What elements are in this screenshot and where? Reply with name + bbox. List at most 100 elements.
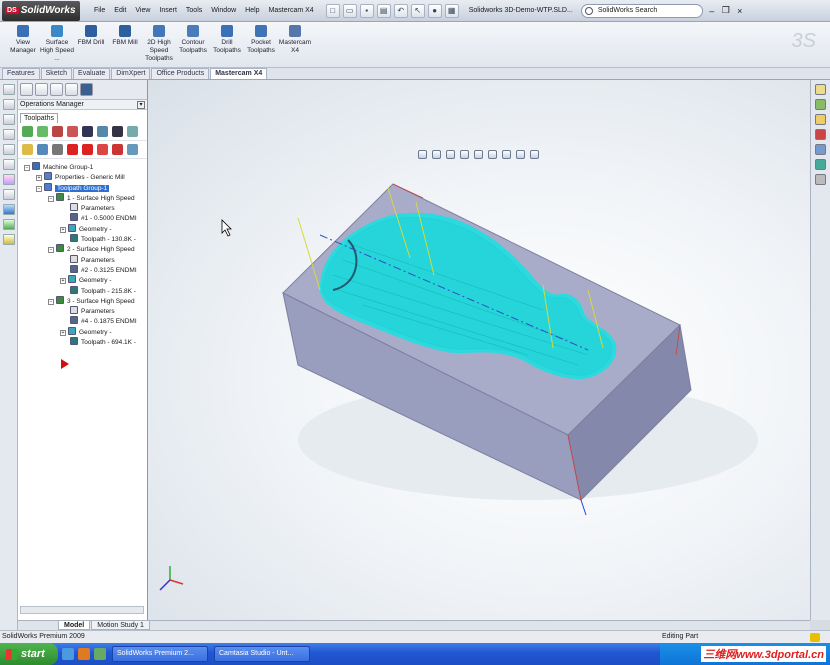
tool-icon-2[interactable] <box>3 99 15 110</box>
verify-icon[interactable] <box>97 126 108 137</box>
menu-file[interactable]: File <box>94 7 105 14</box>
move-down-icon[interactable] <box>67 144 78 155</box>
scroll-icon[interactable] <box>112 144 123 155</box>
save-icon[interactable]: ▪ <box>359 3 374 18</box>
tree-item-machine-group[interactable]: − Machine Group-1 <box>20 162 147 172</box>
task-camtasia[interactable]: Camtasia Studio - Unt... <box>214 646 310 662</box>
select-dirty-icon[interactable] <box>37 126 48 137</box>
mastercam-manager-icon[interactable] <box>80 83 93 96</box>
view-orientation-icon[interactable] <box>474 150 483 159</box>
fbm-mill-button[interactable]: FBM Mill <box>108 22 142 67</box>
tree-item-toolpath[interactable]: Toolpath - 215.8K - <box>20 285 147 296</box>
insert-arrow-icon[interactable] <box>61 359 69 369</box>
edit-appearance-icon[interactable] <box>516 150 525 159</box>
minimize-button[interactable]: – <box>707 6 717 16</box>
new-doc-icon[interactable]: □ <box>325 3 340 18</box>
high-feed-icon[interactable] <box>127 126 138 137</box>
single-op-icon[interactable] <box>127 144 138 155</box>
tree-item-toolpath[interactable]: Toolpath - 130.8K - <box>20 234 147 244</box>
tree-item-parameters[interactable]: Parameters <box>20 203 147 213</box>
print-icon[interactable]: ▤ <box>376 3 391 18</box>
tab-office-products[interactable]: Office Products <box>151 68 210 79</box>
tree-item-tool[interactable]: #1 - 0.5000 ENDMI <box>20 213 147 223</box>
tool-icon-5[interactable] <box>3 144 15 155</box>
regen-dirty-icon[interactable] <box>67 126 78 137</box>
ops-dropdown-icon[interactable]: ▾ <box>137 100 145 109</box>
quicklaunch-firefox-icon[interactable] <box>78 648 90 660</box>
pocket-toolpaths-button[interactable]: Pocket Toolpaths <box>244 22 278 67</box>
previous-view-icon[interactable] <box>446 150 455 159</box>
menu-help[interactable]: Help <box>245 7 259 14</box>
tab-evaluate[interactable]: Evaluate <box>73 68 111 79</box>
graphics-area[interactable] <box>148 80 810 620</box>
menu-edit[interactable]: Edit <box>114 7 126 14</box>
quicklaunch-browser-icon[interactable] <box>62 648 74 660</box>
regenerate-icon[interactable] <box>52 126 63 137</box>
zoom-fit-icon[interactable] <box>418 150 427 159</box>
tree-item-tool[interactable]: #4 - 0.1875 ENDMI <box>20 316 147 326</box>
appearances-icon[interactable] <box>815 159 826 170</box>
tab-dimxpert[interactable]: DimXpert <box>111 68 151 79</box>
toggle-posting-icon[interactable] <box>52 144 63 155</box>
view-manager-button[interactable]: View Manager <box>6 22 40 67</box>
dimxpert-icon[interactable] <box>65 83 78 96</box>
solidworks-logo[interactable]: DS SolidWorks <box>2 0 80 21</box>
tool-icon-6[interactable] <box>3 159 15 170</box>
tab-sketch[interactable]: Sketch <box>40 68 73 79</box>
hide-show-icon[interactable] <box>502 150 511 159</box>
tool-icon-11[interactable] <box>3 234 15 245</box>
toggle-display-icon[interactable] <box>37 144 48 155</box>
tab-model[interactable]: Model <box>58 621 91 630</box>
tree-item-op2[interactable]: −2 - Surface High Speed <box>20 244 147 254</box>
feature-manager-icon[interactable] <box>20 83 33 96</box>
tree-item-properties[interactable]: + Properties - Generic Mill <box>20 172 147 182</box>
menu-mastercam[interactable]: Mastercam X4 <box>269 7 314 14</box>
start-button[interactable]: start <box>0 643 58 665</box>
menu-tools[interactable]: Tools <box>186 7 202 14</box>
scenes-icon[interactable] <box>530 150 539 159</box>
insert-after-icon[interactable] <box>97 144 108 155</box>
post-g1-icon[interactable] <box>112 126 123 137</box>
menu-insert[interactable]: Insert <box>159 7 177 14</box>
tool-icon-3[interactable] <box>3 114 15 125</box>
drill-toolpaths-button[interactable]: Drill Toolpaths <box>210 22 244 67</box>
tree-item-op1[interactable]: −1 - Surface High Speed <box>20 192 147 203</box>
custom-properties-icon[interactable] <box>815 174 826 185</box>
2d-high-speed-button[interactable]: 2D High Speed Toolpaths <box>142 22 176 67</box>
contour-toolpaths-button[interactable]: Contour Toolpaths <box>176 22 210 67</box>
select-all-icon[interactable] <box>22 126 33 137</box>
menu-window[interactable]: Window <box>211 7 236 14</box>
design-library-icon[interactable] <box>815 99 826 110</box>
menu-view[interactable]: View <box>135 7 150 14</box>
options-icon[interactable]: ▦ <box>444 3 459 18</box>
tree-item-geometry[interactable]: + Geometry - <box>20 223 147 234</box>
tool-icon-4[interactable] <box>3 129 15 140</box>
config-manager-icon[interactable] <box>50 83 63 96</box>
display-style-icon[interactable] <box>488 150 497 159</box>
open-folder-icon[interactable]: ▭ <box>342 3 357 18</box>
quicklaunch-media-icon[interactable] <box>94 648 106 660</box>
tree-item-geometry[interactable]: + Geometry - <box>20 275 147 285</box>
fbm-drill-button[interactable]: FBM Drill <box>74 22 108 67</box>
tool-icon-1[interactable] <box>3 84 15 95</box>
task-solidworks[interactable]: SolidWorks Premium 2... <box>112 646 208 662</box>
tree-item-geometry[interactable]: + Geometry - <box>20 326 147 337</box>
tool-icon-9[interactable] <box>3 204 15 215</box>
tree-item-op3[interactable]: −3 - Surface High Speed <box>20 295 147 306</box>
backplot-icon[interactable] <box>82 126 93 137</box>
select-arrow-icon[interactable]: ↖ <box>410 3 425 18</box>
tab-features[interactable]: Features <box>2 68 40 79</box>
rebuild-icon[interactable]: ● <box>427 3 442 18</box>
undo-icon[interactable]: ↶ <box>393 3 408 18</box>
search-input[interactable]: SolidWorks Search <box>580 3 703 18</box>
resources-icon[interactable] <box>815 84 826 95</box>
tab-toolpaths[interactable]: Toolpaths <box>20 113 58 123</box>
horizontal-scrollbar[interactable] <box>20 606 144 614</box>
search-results-icon[interactable] <box>815 129 826 140</box>
tool-icon-7[interactable] <box>3 174 15 185</box>
mastercam-x4-button[interactable]: Mastercam X4 <box>278 22 312 67</box>
help-icon[interactable] <box>810 633 820 642</box>
tool-icon-10[interactable] <box>3 219 15 230</box>
lock-icon[interactable] <box>22 144 33 155</box>
section-view-icon[interactable] <box>460 150 469 159</box>
